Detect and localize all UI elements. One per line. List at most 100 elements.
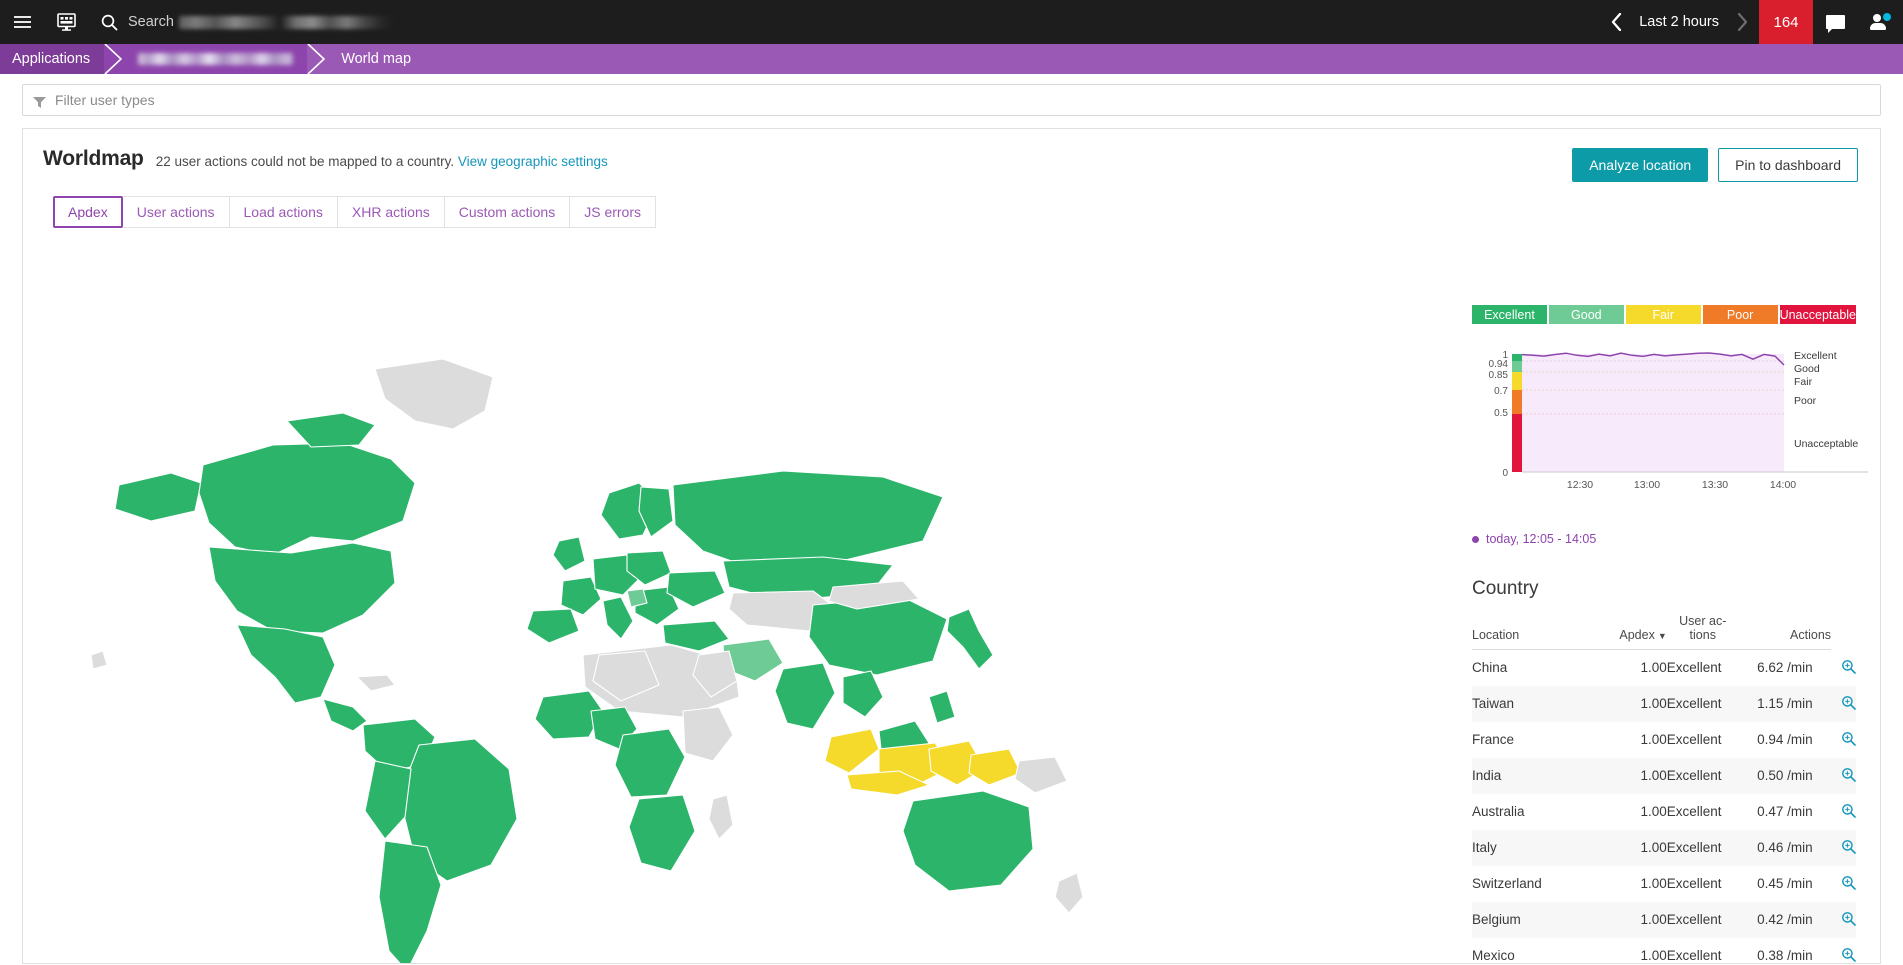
band-label-unacceptable: Unacceptable bbox=[1794, 438, 1858, 450]
cell-rating: Excellent bbox=[1667, 902, 1739, 938]
analyze-location-button[interactable]: Analyze location bbox=[1572, 148, 1708, 182]
cell-apdex: 1.00 bbox=[1588, 794, 1667, 830]
magnify-icon[interactable] bbox=[1841, 695, 1856, 713]
x-tick-1230: 12:30 bbox=[1567, 479, 1593, 491]
table-row[interactable]: Australia1.00Excellent0.47 /min bbox=[1472, 794, 1856, 830]
magnify-icon[interactable] bbox=[1841, 767, 1856, 785]
tab-user-actions[interactable]: User actions bbox=[123, 196, 230, 228]
legend-unacceptable[interactable]: Unacceptable bbox=[1780, 305, 1856, 324]
monitor-icon[interactable] bbox=[44, 0, 88, 44]
cell-apdex: 1.00 bbox=[1588, 722, 1667, 758]
cell-actions[interactable] bbox=[1831, 686, 1856, 722]
band-label-good: Good bbox=[1794, 363, 1820, 375]
column-header-location[interactable]: Location bbox=[1472, 614, 1588, 650]
problem-count-badge[interactable]: 164 bbox=[1759, 0, 1813, 44]
user-avatar-icon[interactable] bbox=[1857, 0, 1903, 44]
cell-rating: Excellent bbox=[1667, 686, 1739, 722]
table-row[interactable]: France1.00Excellent0.94 /min bbox=[1472, 722, 1856, 758]
timeframe-selector[interactable]: Last 2 hours bbox=[1633, 14, 1725, 30]
chart-series-legend[interactable]: today, 12:05 - 14:05 bbox=[1472, 532, 1856, 546]
magnify-icon[interactable] bbox=[1841, 875, 1856, 893]
map-country-alaska bbox=[115, 473, 201, 521]
cell-location[interactable]: Australia bbox=[1472, 794, 1588, 830]
magnify-icon[interactable] bbox=[1841, 911, 1856, 929]
cell-actions[interactable] bbox=[1831, 722, 1856, 758]
funnel-icon bbox=[33, 95, 46, 106]
table-row[interactable]: Belgium1.00Excellent0.42 /min bbox=[1472, 902, 1856, 938]
breadcrumb-item-application[interactable] bbox=[124, 44, 307, 74]
cell-location[interactable]: Taiwan bbox=[1472, 686, 1588, 722]
magnify-icon[interactable] bbox=[1841, 803, 1856, 821]
magnify-icon[interactable] bbox=[1841, 731, 1856, 749]
map-country-spain bbox=[527, 609, 579, 643]
legend-excellent[interactable]: Excellent bbox=[1472, 305, 1547, 324]
global-search[interactable]: Search bbox=[94, 0, 1599, 44]
apdex-chart[interactable]: 1 0.94 0.85 0.7 0.5 0 bbox=[1472, 346, 1856, 506]
table-row[interactable]: Mexico1.00Excellent0.38 /min bbox=[1472, 938, 1856, 965]
table-row[interactable]: Italy1.00Excellent0.46 /min bbox=[1472, 830, 1856, 866]
legend-fair[interactable]: Fair bbox=[1626, 305, 1701, 324]
column-header-apdex[interactable]: Apdex▼ bbox=[1588, 614, 1667, 650]
cell-user-actions: 0.45 /min bbox=[1739, 866, 1831, 902]
x-tick-1400: 14:00 bbox=[1770, 479, 1796, 491]
unmapped-actions-note: 22 user actions could not be mapped to a… bbox=[156, 154, 454, 169]
search-input-value-blurred[interactable] bbox=[179, 16, 394, 29]
map-country-southern-africa bbox=[629, 795, 695, 871]
timeframe-prev-button[interactable] bbox=[1599, 0, 1633, 44]
map-country-greenland bbox=[375, 359, 493, 429]
cell-actions[interactable] bbox=[1831, 866, 1856, 902]
legend-good[interactable]: Good bbox=[1549, 305, 1624, 324]
view-geographic-settings-link[interactable]: View geographic settings bbox=[458, 154, 608, 169]
cell-location[interactable]: India bbox=[1472, 758, 1588, 794]
table-row[interactable]: India1.00Excellent0.50 /min bbox=[1472, 758, 1856, 794]
chat-icon[interactable] bbox=[1813, 0, 1857, 44]
cell-location[interactable]: Italy bbox=[1472, 830, 1588, 866]
cell-user-actions: 0.38 /min bbox=[1739, 938, 1831, 965]
magnify-icon[interactable] bbox=[1841, 659, 1856, 677]
map-country-east-africa bbox=[683, 707, 733, 761]
top-navigation-bar: Search Last 2 hours 164 bbox=[0, 0, 1903, 44]
table-row[interactable]: Taiwan1.00Excellent1.15 /min bbox=[1472, 686, 1856, 722]
table-row[interactable]: Switzerland1.00Excellent0.45 /min bbox=[1472, 866, 1856, 902]
cell-actions[interactable] bbox=[1831, 902, 1856, 938]
magnify-icon[interactable] bbox=[1841, 947, 1856, 965]
cell-actions[interactable] bbox=[1831, 830, 1856, 866]
table-row[interactable]: China1.00Excellent6.62 /min bbox=[1472, 650, 1856, 686]
tab-js-errors[interactable]: JS errors bbox=[570, 196, 656, 228]
x-tick-1330: 13:30 bbox=[1702, 479, 1728, 491]
cell-actions[interactable] bbox=[1831, 650, 1856, 686]
tab-xhr-actions[interactable]: XHR actions bbox=[338, 196, 445, 228]
cell-location[interactable]: China bbox=[1472, 650, 1588, 686]
search-icon[interactable] bbox=[94, 0, 124, 44]
band-label-excellent: Excellent bbox=[1794, 350, 1837, 362]
tab-apdex[interactable]: Apdex bbox=[53, 196, 123, 228]
cell-location[interactable]: France bbox=[1472, 722, 1588, 758]
world-map[interactable] bbox=[23, 325, 1143, 964]
cell-rating: Excellent bbox=[1667, 794, 1739, 830]
cell-rating: Excellent bbox=[1667, 830, 1739, 866]
search-label: Search bbox=[128, 14, 174, 30]
x-tick-1300: 13:00 bbox=[1634, 479, 1660, 491]
timeframe-next-button[interactable] bbox=[1725, 0, 1759, 44]
magnify-icon[interactable] bbox=[1841, 839, 1856, 857]
worldmap-panel: Worldmap 22 user actions could not be ma… bbox=[22, 128, 1881, 964]
tab-load-actions[interactable]: Load actions bbox=[230, 196, 338, 228]
legend-poor[interactable]: Poor bbox=[1703, 305, 1778, 324]
cell-actions[interactable] bbox=[1831, 938, 1856, 965]
column-header-user-actions[interactable]: User ac- tions bbox=[1667, 614, 1739, 650]
cell-location[interactable]: Mexico bbox=[1472, 938, 1588, 965]
cell-actions[interactable] bbox=[1831, 758, 1856, 794]
tab-custom-actions[interactable]: Custom actions bbox=[445, 196, 570, 228]
user-type-filter[interactable]: Filter user types bbox=[22, 84, 1881, 116]
breadcrumb-item-applications[interactable]: Applications bbox=[0, 44, 104, 74]
cell-apdex: 1.00 bbox=[1588, 650, 1667, 686]
map-country-hungary bbox=[627, 589, 647, 607]
series-legend-label: today, 12:05 - 14:05 bbox=[1486, 532, 1596, 546]
cell-actions[interactable] bbox=[1831, 794, 1856, 830]
cell-location[interactable]: Switzerland bbox=[1472, 866, 1588, 902]
cell-location[interactable]: Belgium bbox=[1472, 902, 1588, 938]
map-country-peru bbox=[365, 761, 411, 839]
menu-icon[interactable] bbox=[0, 0, 44, 44]
pin-to-dashboard-button[interactable]: Pin to dashboard bbox=[1718, 148, 1858, 182]
cell-apdex: 1.00 bbox=[1588, 686, 1667, 722]
